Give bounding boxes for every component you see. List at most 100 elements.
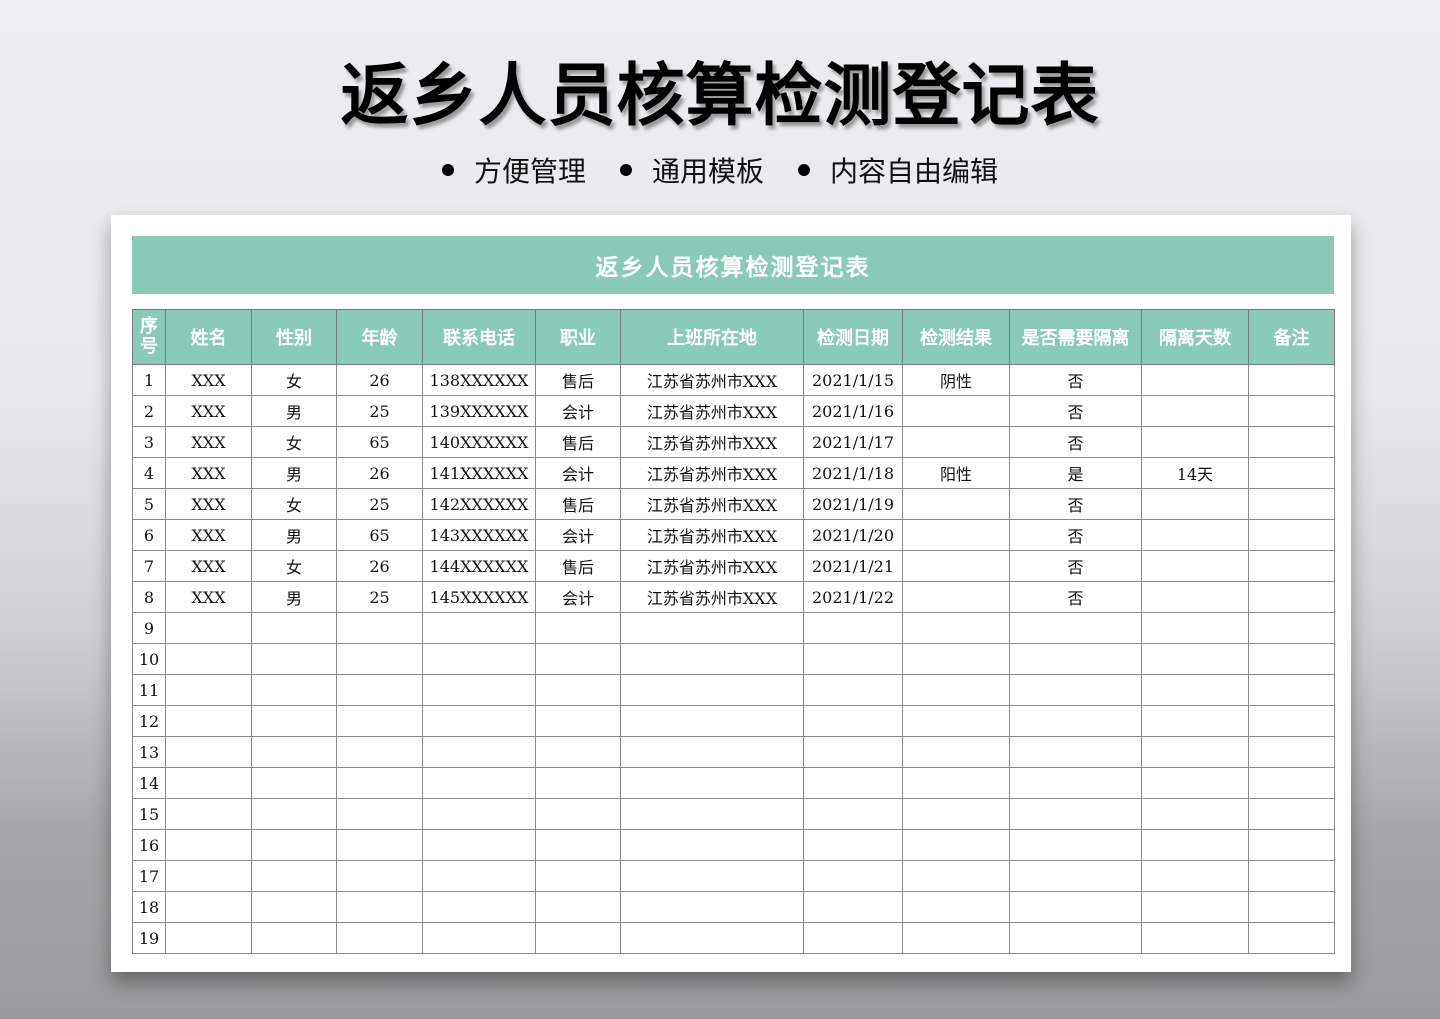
cell-test-date[interactable] bbox=[803, 860, 903, 892]
cell-phone[interactable] bbox=[422, 829, 536, 861]
cell-age[interactable] bbox=[336, 705, 423, 737]
cell-quarantine-days[interactable] bbox=[1141, 426, 1249, 458]
cell-seq[interactable]: 12 bbox=[132, 705, 166, 737]
cell-phone[interactable] bbox=[422, 798, 536, 830]
cell-gender[interactable]: 女 bbox=[251, 364, 337, 396]
col-header-phone[interactable]: 联系电话 bbox=[422, 309, 536, 365]
cell-occupation[interactable]: 会计 bbox=[535, 519, 621, 551]
cell-phone[interactable] bbox=[422, 612, 536, 644]
cell-quarantine-days[interactable] bbox=[1141, 364, 1249, 396]
cell-need-quarantine[interactable] bbox=[1009, 798, 1142, 830]
cell-gender[interactable] bbox=[251, 643, 337, 675]
cell-test-date[interactable] bbox=[803, 891, 903, 923]
cell-test-date[interactable]: 2021/1/20 bbox=[803, 519, 903, 551]
cell-work-location[interactable]: 江苏省苏州市XXX bbox=[620, 395, 804, 427]
cell-test-date[interactable]: 2021/1/16 bbox=[803, 395, 903, 427]
cell-gender[interactable] bbox=[251, 891, 337, 923]
col-header-gender[interactable]: 性别 bbox=[251, 309, 337, 365]
cell-name[interactable] bbox=[165, 674, 252, 706]
cell-age[interactable] bbox=[336, 829, 423, 861]
cell-test-result[interactable] bbox=[902, 674, 1010, 706]
cell-seq[interactable]: 7 bbox=[132, 550, 166, 582]
cell-name[interactable] bbox=[165, 860, 252, 892]
cell-need-quarantine[interactable]: 否 bbox=[1009, 550, 1142, 582]
cell-remarks[interactable] bbox=[1248, 457, 1335, 489]
col-header-quarantine-days[interactable]: 隔离天数 bbox=[1141, 309, 1249, 365]
cell-remarks[interactable] bbox=[1248, 488, 1335, 520]
cell-age[interactable]: 25 bbox=[336, 395, 423, 427]
cell-gender[interactable]: 女 bbox=[251, 488, 337, 520]
cell-occupation[interactable] bbox=[535, 736, 621, 768]
cell-seq[interactable]: 6 bbox=[132, 519, 166, 551]
cell-age[interactable] bbox=[336, 798, 423, 830]
cell-need-quarantine[interactable] bbox=[1009, 705, 1142, 737]
cell-phone[interactable]: 143XXXXXX bbox=[422, 519, 536, 551]
cell-name[interactable]: XXX bbox=[165, 519, 252, 551]
cell-need-quarantine[interactable] bbox=[1009, 767, 1142, 799]
cell-age[interactable]: 26 bbox=[336, 550, 423, 582]
cell-seq[interactable]: 8 bbox=[132, 581, 166, 613]
cell-name[interactable]: XXX bbox=[165, 488, 252, 520]
cell-need-quarantine[interactable] bbox=[1009, 643, 1142, 675]
cell-phone[interactable] bbox=[422, 705, 536, 737]
cell-work-location[interactable] bbox=[620, 922, 804, 954]
cell-occupation[interactable] bbox=[535, 922, 621, 954]
cell-gender[interactable] bbox=[251, 798, 337, 830]
cell-phone[interactable]: 139XXXXXX bbox=[422, 395, 536, 427]
cell-name[interactable]: XXX bbox=[165, 550, 252, 582]
cell-seq[interactable]: 1 bbox=[132, 364, 166, 396]
cell-remarks[interactable] bbox=[1248, 550, 1335, 582]
cell-test-result[interactable] bbox=[902, 860, 1010, 892]
cell-phone[interactable] bbox=[422, 674, 536, 706]
cell-seq[interactable]: 16 bbox=[132, 829, 166, 861]
cell-work-location[interactable]: 江苏省苏州市XXX bbox=[620, 457, 804, 489]
cell-quarantine-days[interactable] bbox=[1141, 550, 1249, 582]
cell-gender[interactable] bbox=[251, 674, 337, 706]
cell-phone[interactable] bbox=[422, 643, 536, 675]
cell-test-date[interactable]: 2021/1/15 bbox=[803, 364, 903, 396]
cell-quarantine-days[interactable] bbox=[1141, 488, 1249, 520]
cell-age[interactable] bbox=[336, 860, 423, 892]
cell-remarks[interactable] bbox=[1248, 612, 1335, 644]
cell-occupation[interactable]: 售后 bbox=[535, 550, 621, 582]
cell-need-quarantine[interactable] bbox=[1009, 829, 1142, 861]
cell-quarantine-days[interactable] bbox=[1141, 736, 1249, 768]
cell-age[interactable]: 25 bbox=[336, 581, 423, 613]
cell-work-location[interactable] bbox=[620, 798, 804, 830]
cell-seq[interactable]: 11 bbox=[132, 674, 166, 706]
cell-name[interactable] bbox=[165, 736, 252, 768]
cell-test-date[interactable] bbox=[803, 674, 903, 706]
cell-need-quarantine[interactable] bbox=[1009, 922, 1142, 954]
cell-age[interactable] bbox=[336, 612, 423, 644]
cell-quarantine-days[interactable] bbox=[1141, 922, 1249, 954]
cell-need-quarantine[interactable] bbox=[1009, 860, 1142, 892]
cell-test-result[interactable] bbox=[902, 736, 1010, 768]
cell-phone[interactable]: 144XXXXXX bbox=[422, 550, 536, 582]
cell-occupation[interactable]: 售后 bbox=[535, 488, 621, 520]
cell-need-quarantine[interactable]: 否 bbox=[1009, 581, 1142, 613]
cell-quarantine-days[interactable] bbox=[1141, 612, 1249, 644]
cell-age[interactable]: 26 bbox=[336, 457, 423, 489]
cell-name[interactable] bbox=[165, 705, 252, 737]
cell-gender[interactable]: 女 bbox=[251, 550, 337, 582]
cell-name[interactable] bbox=[165, 643, 252, 675]
cell-test-result[interactable] bbox=[902, 426, 1010, 458]
cell-need-quarantine[interactable]: 否 bbox=[1009, 519, 1142, 551]
cell-test-date[interactable] bbox=[803, 736, 903, 768]
cell-remarks[interactable] bbox=[1248, 798, 1335, 830]
cell-test-result[interactable] bbox=[902, 643, 1010, 675]
cell-occupation[interactable] bbox=[535, 798, 621, 830]
cell-work-location[interactable]: 江苏省苏州市XXX bbox=[620, 519, 804, 551]
cell-seq[interactable]: 17 bbox=[132, 860, 166, 892]
cell-work-location[interactable] bbox=[620, 767, 804, 799]
cell-name[interactable]: XXX bbox=[165, 395, 252, 427]
cell-name[interactable]: XXX bbox=[165, 426, 252, 458]
cell-remarks[interactable] bbox=[1248, 891, 1335, 923]
cell-gender[interactable]: 男 bbox=[251, 519, 337, 551]
cell-occupation[interactable]: 售后 bbox=[535, 364, 621, 396]
cell-quarantine-days[interactable] bbox=[1141, 798, 1249, 830]
cell-test-date[interactable]: 2021/1/21 bbox=[803, 550, 903, 582]
cell-occupation[interactable] bbox=[535, 612, 621, 644]
cell-test-result[interactable] bbox=[902, 488, 1010, 520]
cell-test-date[interactable]: 2021/1/22 bbox=[803, 581, 903, 613]
